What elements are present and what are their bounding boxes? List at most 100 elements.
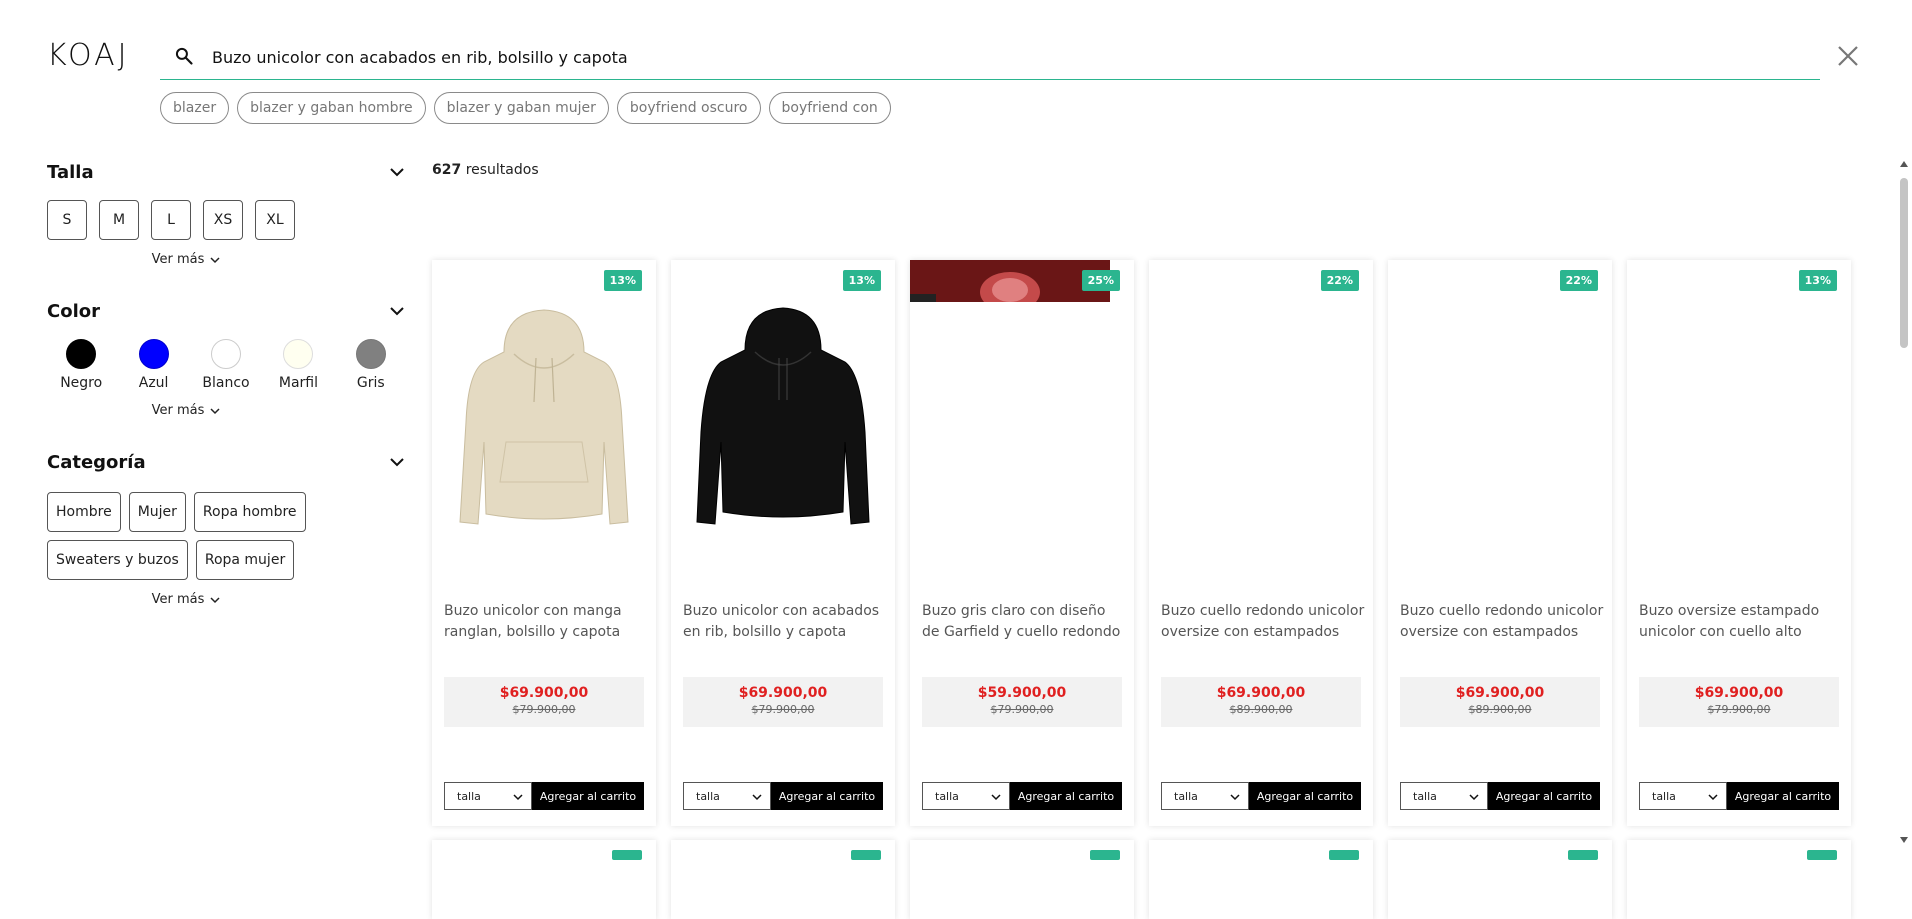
product-name[interactable]: Buzo oversize estampado unicolor con cue… [1639,601,1843,643]
product-card[interactable] [1388,840,1612,919]
price-current: $69.900,00 [1694,685,1784,701]
price-current: $69.900,00 [738,685,828,701]
size-option[interactable]: XL [255,200,295,240]
color-option[interactable]: Blanco [192,339,260,391]
color-label: Negro [60,375,103,391]
scroll-thumb[interactable] [1900,178,1908,348]
results-label: resultados [465,162,539,178]
category-option[interactable]: Ropa mujer [195,540,295,580]
price-old: $89.900,00 [1468,703,1532,716]
suggestion-chip[interactable]: boyfriend con [768,92,891,124]
talla-select[interactable]: talla [1400,782,1488,810]
talla-select[interactable]: talla [922,782,1010,810]
suggestion-chip[interactable]: blazer y gaban hombre [237,92,426,124]
size-option[interactable]: M [99,200,139,240]
product-name[interactable]: Buzo gris claro con diseño de Garfield y… [922,601,1126,643]
cart-row: talla Agregar al carrito [1639,782,1839,810]
results-count: 627 resultados [432,162,539,178]
ver-mas-button[interactable]: Ver más [47,403,405,418]
discount-badge: 25% [1081,270,1120,291]
price-old: $79.900,00 [990,703,1054,716]
product-name[interactable]: Buzo cuello redondo unicolor oversize co… [1400,601,1604,643]
product-image[interactable] [910,260,1110,302]
price-current: $69.900,00 [1455,685,1545,701]
koaj-logo[interactable]: KOAJ [47,38,130,73]
chevron-down-icon [1230,794,1240,801]
search-icon[interactable] [174,46,194,66]
add-to-cart-button[interactable]: Agregar al carrito [1488,782,1600,810]
product-card[interactable]: 13% Buzo unicolor con manga ranglan, bol… [432,260,656,826]
search-suggestions: blazer blazer y gaban hombre blazer y ga… [160,92,891,124]
product-image[interactable] [683,292,883,532]
chevron-down-icon[interactable] [389,456,405,468]
ver-mas-button[interactable]: Ver más [47,252,405,267]
product-grid: 13% Buzo unicolor con manga ranglan, bol… [432,260,1851,826]
product-card[interactable] [1627,840,1851,919]
color-option[interactable]: Azul [119,339,187,391]
product-card[interactable]: 22% Buzo cuello redondo unicolor oversiz… [1388,260,1612,826]
discount-badge: 13% [1798,270,1837,291]
category-option[interactable]: Sweaters y buzos [47,540,188,580]
talla-label: talla [1413,789,1437,803]
category-option[interactable]: Hombre [47,492,121,532]
color-label: Marfil [278,375,318,391]
product-card[interactable]: 22% Buzo cuello redondo unicolor oversiz… [1149,260,1373,826]
product-card[interactable] [432,840,656,919]
price-current: $59.900,00 [977,685,1067,701]
cart-row: talla Agregar al carrito [922,782,1122,810]
scroll-up-arrow-icon[interactable] [1900,160,1908,168]
product-name[interactable]: Buzo cuello redondo unicolor oversize co… [1161,601,1365,643]
product-card[interactable]: 13% Buzo unicolor con acabados en rib, b… [671,260,895,826]
talla-select[interactable]: talla [1639,782,1727,810]
suggestion-chip[interactable]: blazer [160,92,230,124]
category-option[interactable]: Mujer [128,492,186,532]
color-option[interactable]: Negro [47,339,115,391]
color-option[interactable]: Marfil [264,339,332,391]
size-option[interactable]: S [47,200,87,240]
chevron-down-icon [210,407,220,414]
scrollbar[interactable] [1896,158,1912,848]
chevron-down-icon [1469,794,1479,801]
search-input[interactable] [212,42,1772,72]
chevron-down-icon [513,794,523,801]
cart-row: talla Agregar al carrito [444,782,644,810]
size-option[interactable]: L [151,200,191,240]
scroll-down-arrow-icon[interactable] [1900,836,1908,844]
product-card[interactable] [1149,840,1373,919]
color-option[interactable]: Gris [337,339,405,391]
talla-select[interactable]: talla [1161,782,1249,810]
ver-mas-button[interactable]: Ver más [47,592,405,607]
suggestion-chip[interactable]: boyfriend oscuro [616,92,761,124]
facet-title[interactable]: Color [47,297,405,327]
talla-label: talla [1174,789,1198,803]
add-to-cart-button[interactable]: Agregar al carrito [532,782,644,810]
chevron-down-icon[interactable] [389,166,405,178]
product-image[interactable] [444,292,644,532]
talla-label: talla [1652,789,1676,803]
product-card[interactable] [671,840,895,919]
category-option[interactable]: Ropa hombre [193,492,306,532]
discount-badge [851,850,881,860]
suggestion-chip[interactable]: blazer y gaban mujer [433,92,609,124]
product-card[interactable]: 25% Buzo gris claro con diseño de Garfie… [910,260,1134,826]
product-card[interactable] [910,840,1134,919]
product-card[interactable]: 13% Buzo oversize estampado unicolor con… [1627,260,1851,826]
add-to-cart-button[interactable]: Agregar al carrito [1010,782,1122,810]
chevron-down-icon[interactable] [389,305,405,317]
add-to-cart-button[interactable]: Agregar al carrito [1727,782,1839,810]
add-to-cart-button[interactable]: Agregar al carrito [1249,782,1361,810]
ver-mas-label: Ver más [151,403,205,418]
chevron-down-icon [210,596,220,603]
size-option[interactable]: XS [203,200,243,240]
facet-title[interactable]: Categoría [47,448,405,478]
add-to-cart-button[interactable]: Agregar al carrito [771,782,883,810]
close-icon[interactable] [1836,44,1860,68]
facet-color: Color Negro Azul Blanco Marfil Gris Ver … [47,297,405,418]
facet-title[interactable]: Talla [47,158,405,188]
talla-select[interactable]: talla [444,782,532,810]
talla-select[interactable]: talla [683,782,771,810]
price-box: $59.900,00 $79.900,00 [922,677,1122,727]
product-name[interactable]: Buzo unicolor con acabados en rib, bolsi… [683,601,887,643]
product-name[interactable]: Buzo unicolor con manga ranglan, bolsill… [444,601,648,643]
facet-categoria: Categoría Hombre Mujer Ropa hombre Sweat… [47,448,405,607]
